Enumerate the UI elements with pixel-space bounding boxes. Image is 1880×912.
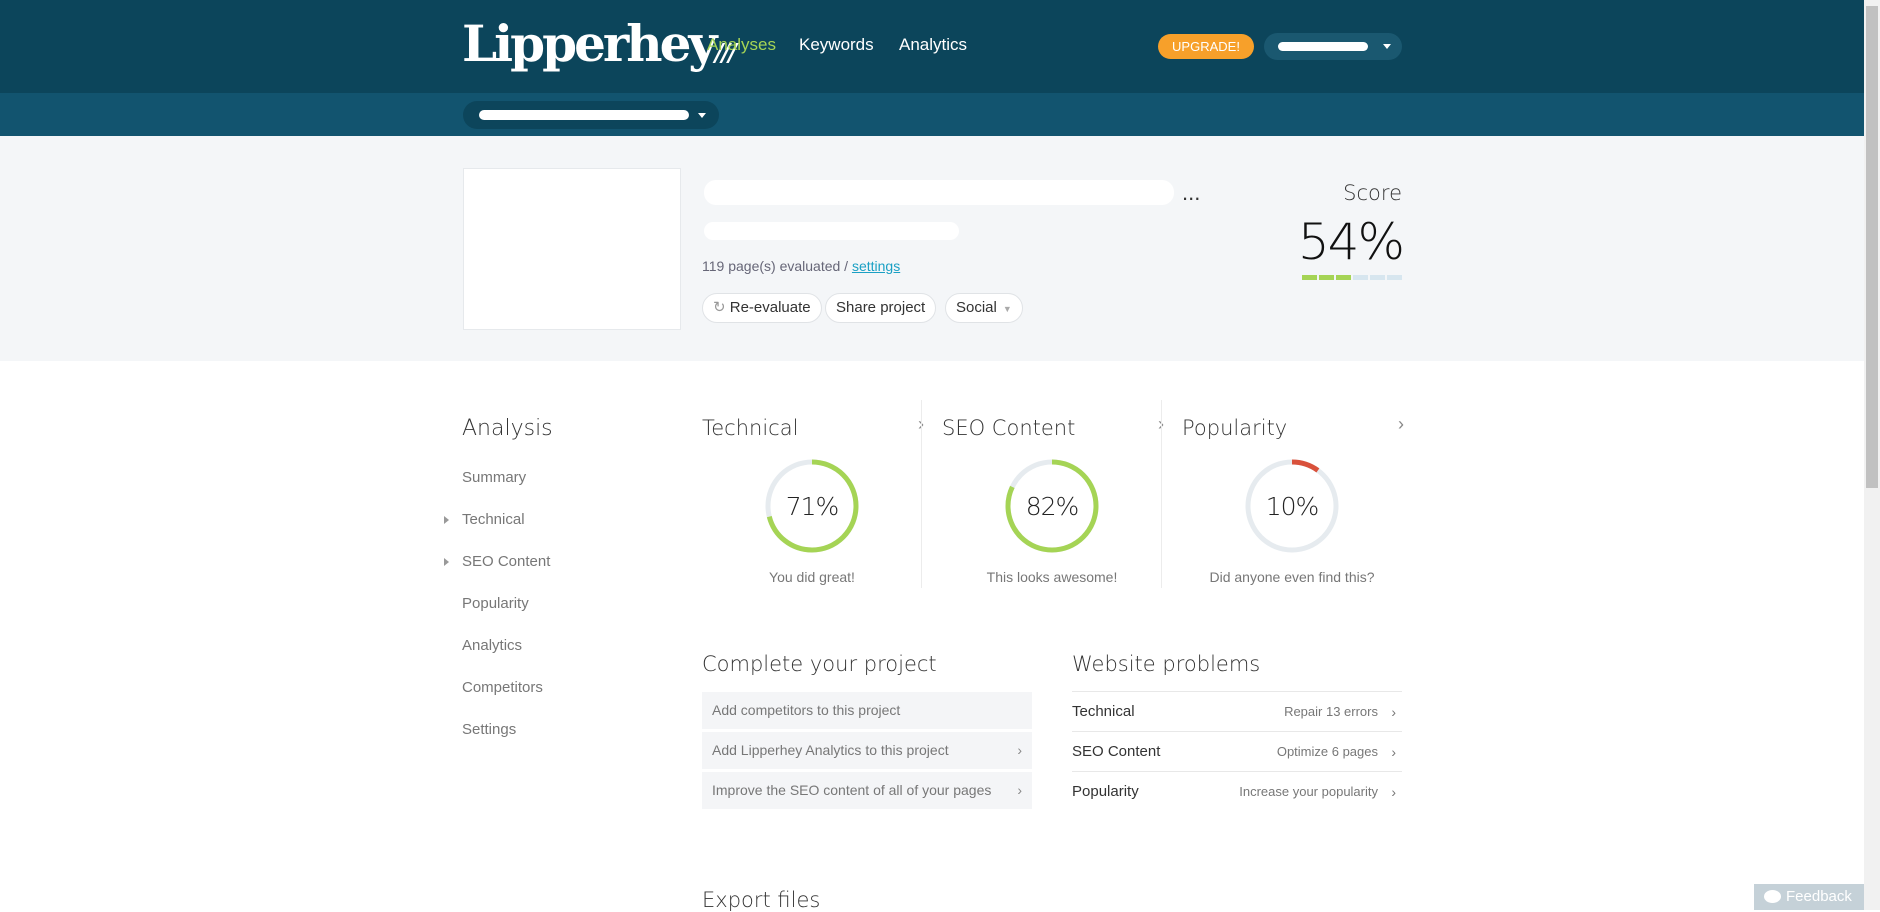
score-card-popularity[interactable]: Popularity › 10% Did anyone even find th… [1182,400,1422,590]
pages-evaluated: 119 page(s) evaluated / settings [702,258,900,274]
project-bar [0,93,1864,136]
sidebar-item-competitors[interactable]: Competitors [462,679,543,696]
redacted-username [1278,42,1368,51]
sidebar-item-label: Summary [462,469,527,486]
sidebar-item-analytics[interactable]: Analytics [462,637,522,654]
website-problems-title: Website problems [1072,652,1261,676]
problem-name: SEO Content [1072,743,1161,760]
card-percent: 71% [785,492,840,521]
sidebar-item-technical[interactable]: Technical [444,511,525,528]
redacted-project-url [704,222,959,240]
site-thumbnail [463,168,681,330]
problem-action[interactable]: Increase your popularity [1239,772,1378,812]
score-bar [1302,275,1402,280]
card-title: Popularity [1182,416,1288,440]
card-title: SEO Content [942,416,1076,440]
score-bar-segment [1370,275,1385,280]
score-bar-segment [1353,275,1368,280]
sidebar-item-popularity[interactable]: Popularity [462,595,529,612]
social-dropdown[interactable]: Social ▼ [945,293,1023,323]
card-caption: Did anyone even find this? [1209,569,1375,585]
title-ellipsis: ... [1182,180,1201,205]
complete-item-label: Add competitors to this project [712,702,901,718]
chevron-right-icon: › [1017,742,1022,758]
refresh-icon: ↻ [713,299,730,316]
chevron-right-icon: › [1017,782,1022,798]
card-title: Technical [702,416,799,440]
sidebar-item-label: Technical [462,511,525,528]
scrollbar-thumb[interactable] [1866,6,1878,488]
card-caption: You did great! [769,569,855,585]
card-divider [1161,400,1162,588]
sidebar-item-label: Analytics [462,637,523,654]
chevron-right-icon[interactable]: › [1398,414,1404,435]
score-bar-segment [1336,275,1351,280]
chevron-right-icon: › [1391,704,1396,720]
complete-project-title: Complete your project [702,652,937,676]
chevron-right-icon: › [1391,744,1396,760]
social-label: Social [956,299,997,316]
chat-bubble-icon [1764,890,1781,903]
settings-link[interactable]: settings [852,258,900,274]
card-divider [921,400,922,588]
score-card-seo-content[interactable]: SEO Content › 82% This looks awesome! [942,400,1182,590]
problem-action[interactable]: Repair 13 errors [1284,692,1378,732]
redacted-project-name [479,110,689,120]
complete-item[interactable]: Improve the SEO content of all of your p… [702,772,1032,809]
score-bar-segment [1387,275,1402,280]
sidebar-title: Analysis [462,416,553,441]
problem-row[interactable]: Popularity Increase your popularity › [1072,771,1402,811]
sidebar-item-seo-content[interactable]: SEO Content [444,553,551,570]
project-header [0,136,1864,361]
project-selector-dropdown[interactable] [463,101,719,129]
complete-item[interactable]: Add Lipperhey Analytics to this project › [702,732,1032,769]
reevaluate-label: Re-evaluate [729,299,811,316]
problem-name: Technical [1072,703,1135,720]
export-files-title: Export files [702,888,821,912]
upgrade-button[interactable]: UPGRADE! [1158,34,1254,59]
score-card-technical[interactable]: Technical › 71% You did great! [702,400,942,590]
problem-row[interactable]: Technical Repair 13 errors › [1072,691,1402,731]
feedback-button[interactable]: Feedback [1754,884,1864,910]
sidebar-item-label: Settings [462,721,517,738]
problem-name: Popularity [1072,783,1139,800]
pages-evaluated-text: 119 page(s) evaluated / [702,258,852,274]
nav-analytics[interactable]: Analytics [899,35,967,55]
nav-keywords[interactable]: Keywords [799,35,874,55]
list-divider [1072,731,1402,732]
expand-arrow-icon [444,516,449,524]
card-percent: 82% [1025,492,1080,521]
sidebar-item-label: Popularity [462,595,529,612]
caret-down-icon: ▼ [1002,304,1012,314]
score-bar-segment [1302,275,1317,280]
complete-item[interactable]: Add competitors to this project [702,692,1032,729]
sidebar-item-label: SEO Content [462,553,551,570]
logo-text: Lipperhey [462,14,717,73]
score-value: 54% [1297,213,1405,271]
score-bar-segment [1319,275,1334,280]
caret-down-icon [1383,44,1391,49]
complete-item-label: Add Lipperhey Analytics to this project [712,742,949,758]
complete-item-label: Improve the SEO content of all of your p… [712,782,992,798]
caret-down-icon [698,113,706,118]
user-menu-dropdown[interactable] [1264,33,1402,60]
feedback-label: Feedback [1786,888,1852,905]
chevron-right-icon: › [1391,784,1396,800]
lipperhey-logo[interactable]: Lipperhey/// [462,14,737,83]
nav-analyses[interactable]: Analyses [707,35,776,55]
card-percent: 10% [1265,492,1320,521]
sidebar-item-summary[interactable]: Summary [462,469,526,486]
problem-action[interactable]: Optimize 6 pages [1277,732,1378,772]
sidebar-item-settings[interactable]: Settings [462,721,516,738]
score-label: Score [1343,181,1402,205]
share-project-button[interactable]: Share project [825,293,937,323]
expand-arrow-icon [444,558,449,566]
card-caption: This looks awesome! [986,569,1118,585]
redacted-project-title [704,180,1174,205]
sidebar-item-label: Competitors [462,679,543,696]
problem-row[interactable]: SEO Content Optimize 6 pages › [1072,731,1402,771]
reevaluate-button[interactable]: ↻ Re-evaluate [702,293,822,323]
